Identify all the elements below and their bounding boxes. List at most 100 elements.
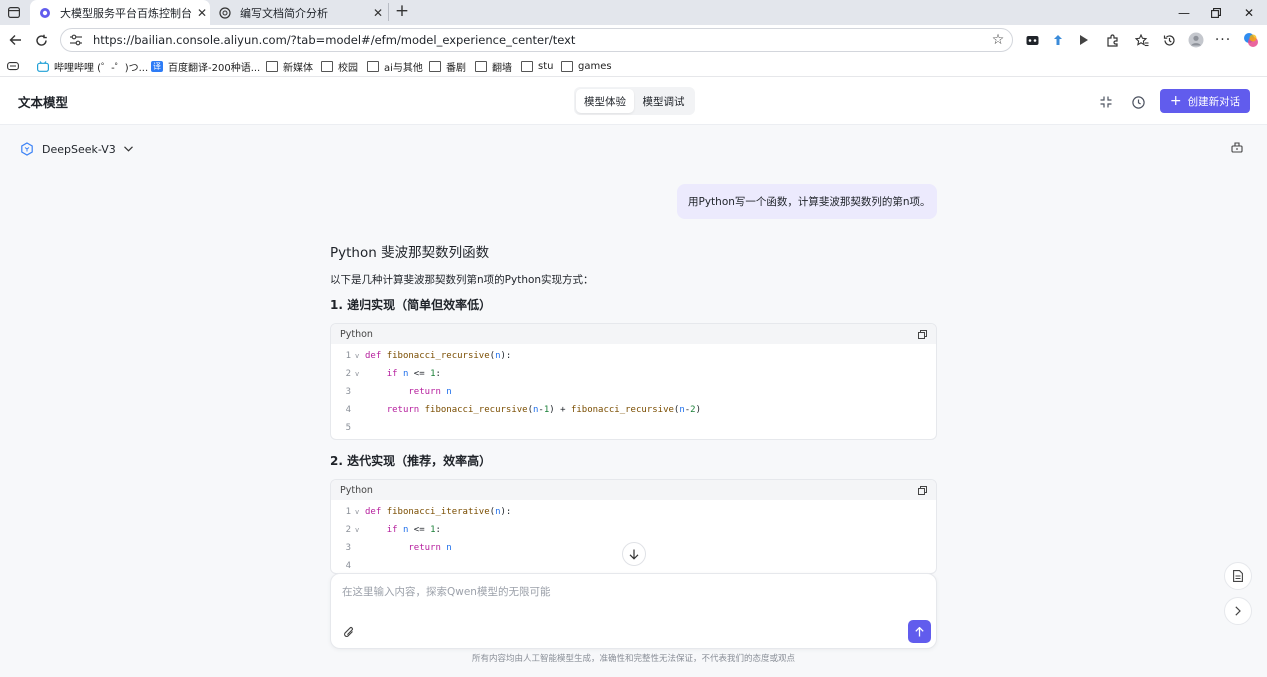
line-number: 4 <box>345 405 351 415</box>
bookmark-label: 番剧 <box>446 62 466 74</box>
bookmark-folder-xinmeiti[interactable]: 新媒体 <box>266 58 313 74</box>
disclaimer-text: 所有内容均由人工智能模型生成，准确性和完整性无法保证，不代表我们的态度或观点 <box>471 654 795 664</box>
copilot-icon[interactable] <box>1240 29 1262 51</box>
collapse-icon[interactable] <box>1098 94 1114 110</box>
history-clock-icon[interactable] <box>1130 94 1146 110</box>
bookmark-folder-stu[interactable]: stu <box>521 58 553 74</box>
code-lines: 1 v def fibonacci_recursive(n): 2 v if n <= … <box>331 344 936 437</box>
answer-intro: 以下是几种计算斐波那契数列第n项的Python实现方式： <box>330 274 594 286</box>
line-number: 2 <box>345 525 351 535</box>
folder-icon <box>367 60 379 72</box>
bookmark-bilibili[interactable]: 哔哩哔哩 (゜-゜)つ... <box>37 58 148 74</box>
code-line: 3 return n <box>337 383 936 401</box>
tab-bailian-console[interactable]: 大模型服务平台百炼控制台 ✕ <box>30 0 210 25</box>
create-new-chat-label: 创建新对话 <box>1187 95 1241 108</box>
fold-toggle-icon[interactable]: v <box>355 352 365 360</box>
code-line: 2v if n <= 1: <box>337 521 936 539</box>
new-tab-icon[interactable]: + <box>393 2 411 22</box>
code-block-header: Python <box>331 480 936 500</box>
bookmark-tabs-icon[interactable] <box>7 58 19 74</box>
close-tab-icon[interactable]: ✕ <box>370 6 386 20</box>
line-number: 3 <box>345 543 351 553</box>
code-language-label: Python <box>340 328 373 340</box>
bookmark-label: 新媒体 <box>283 62 313 74</box>
document-icon[interactable] <box>1224 562 1252 590</box>
attachment-icon[interactable] <box>343 626 357 640</box>
tab-title: 大模型服务平台百炼控制台 <box>60 6 192 20</box>
refresh-icon[interactable] <box>30 29 52 51</box>
bookmark-folder-fanju[interactable]: 番剧 <box>429 58 466 74</box>
translate-extension-icon[interactable] <box>1047 29 1069 51</box>
minimize-icon[interactable]: — <box>1166 0 1202 25</box>
fold-toggle-icon[interactable]: v <box>355 526 365 534</box>
code-token: : <box>435 369 441 379</box>
extensions-puzzle-icon[interactable] <box>1101 29 1123 51</box>
favorites-icon[interactable] <box>1131 29 1153 51</box>
profile-avatar-icon[interactable] <box>1185 29 1207 51</box>
history-icon[interactable] <box>1158 29 1180 51</box>
code-block-recursive: Python 1 v def fibonacci_recursive(n): 2 v i… <box>330 323 937 440</box>
code-line: 1 v def fibonacci_iterative(n): <box>337 503 936 521</box>
address-bar[interactable]: https://bailian.console.aliyun.com/?tab=… <box>60 28 1013 52</box>
copy-icon[interactable] <box>918 485 927 495</box>
code-token: : <box>435 525 441 535</box>
close-tab-icon[interactable]: ✕ <box>194 6 210 20</box>
bookmark-folder-ai[interactable]: ai与其他 <box>367 58 423 74</box>
bookmarks-bar: 哔哩哔哩 (゜-゜)つ... 译 百度翻译-200种语... 新媒体 校园 ai… <box>0 55 1267 77</box>
line-number: 1 <box>345 351 351 361</box>
play-extension-icon[interactable] <box>1073 29 1095 51</box>
tab-title: 编写文档简介分析 <box>240 6 328 20</box>
bailian-favicon-icon <box>38 6 52 20</box>
restore-icon[interactable] <box>1198 0 1234 25</box>
clear-chat-icon[interactable] <box>1231 141 1245 155</box>
create-new-chat-button[interactable]: + 创建新对话 <box>1160 89 1250 113</box>
more-menu-icon[interactable]: ··· <box>1212 29 1234 51</box>
code-token: def <box>365 351 387 361</box>
tab-model-experience[interactable]: 模型体验 <box>576 89 634 113</box>
copy-icon[interactable] <box>918 329 927 339</box>
answer-title: Python 斐波那契数列函数 <box>330 245 490 261</box>
fold-toggle-icon[interactable]: v <box>355 370 365 378</box>
code-token: n <box>446 543 452 553</box>
tab-doc-analysis[interactable]: 编写文档简介分析 ✕ <box>210 0 386 25</box>
code-token: return <box>408 387 447 397</box>
site-info-icon[interactable] <box>69 33 85 47</box>
model-hexagon-icon <box>20 142 34 156</box>
message-input[interactable]: 在这里输入内容，探索Qwen模型的无限可能 <box>342 584 902 599</box>
line-number: 5 <box>345 423 351 433</box>
bookmark-folder-games[interactable]: games <box>561 58 612 74</box>
back-icon[interactable] <box>4 29 26 51</box>
bookmark-folder-fanqiang[interactable]: 翻墙 <box>475 58 512 74</box>
close-window-icon[interactable]: ✕ <box>1231 0 1267 25</box>
code-token: ): <box>500 507 512 517</box>
model-selector[interactable]: DeepSeek-V3 <box>20 141 133 157</box>
tab-actions-icon[interactable] <box>6 5 22 19</box>
favorite-star-icon[interactable]: ☆ <box>988 32 1008 48</box>
message-input-box: 在这里输入内容，探索Qwen模型的无限可能 <box>330 573 937 649</box>
tab-model-debug[interactable]: 模型调试 <box>634 89 693 113</box>
section-heading-recursive: 1. 递归实现（简单但效率低） <box>330 298 492 312</box>
line-number: 2 <box>345 369 351 379</box>
fold-toggle-icon[interactable]: v <box>355 508 365 516</box>
scroll-to-bottom-button[interactable] <box>622 542 646 566</box>
tab-divider <box>388 3 389 21</box>
code-token: fibonacci_iterative <box>386 507 490 517</box>
bookmark-folder-xiaoyuan[interactable]: 校园 <box>321 58 358 74</box>
extension-icon[interactable] <box>1021 29 1043 51</box>
code-token: <= <box>408 369 431 379</box>
code-token: return <box>408 543 447 553</box>
baidu-translate-icon: 译 <box>151 60 163 72</box>
bookmark-baidu-translate[interactable]: 译 百度翻译-200种语... <box>151 58 260 74</box>
chevron-right-icon[interactable] <box>1224 597 1252 625</box>
send-button[interactable] <box>908 620 931 643</box>
line-number: 4 <box>345 561 351 571</box>
chevron-down-icon <box>123 146 133 152</box>
folder-icon <box>561 60 573 72</box>
code-token: ): <box>500 351 512 361</box>
code-line: 4 return fibonacci_recursive(n -1) + fibo… <box>337 401 936 419</box>
model-selector-bar: DeepSeek-V3 <box>0 125 1267 172</box>
code-token: if <box>386 369 403 379</box>
code-token: if <box>386 525 403 535</box>
